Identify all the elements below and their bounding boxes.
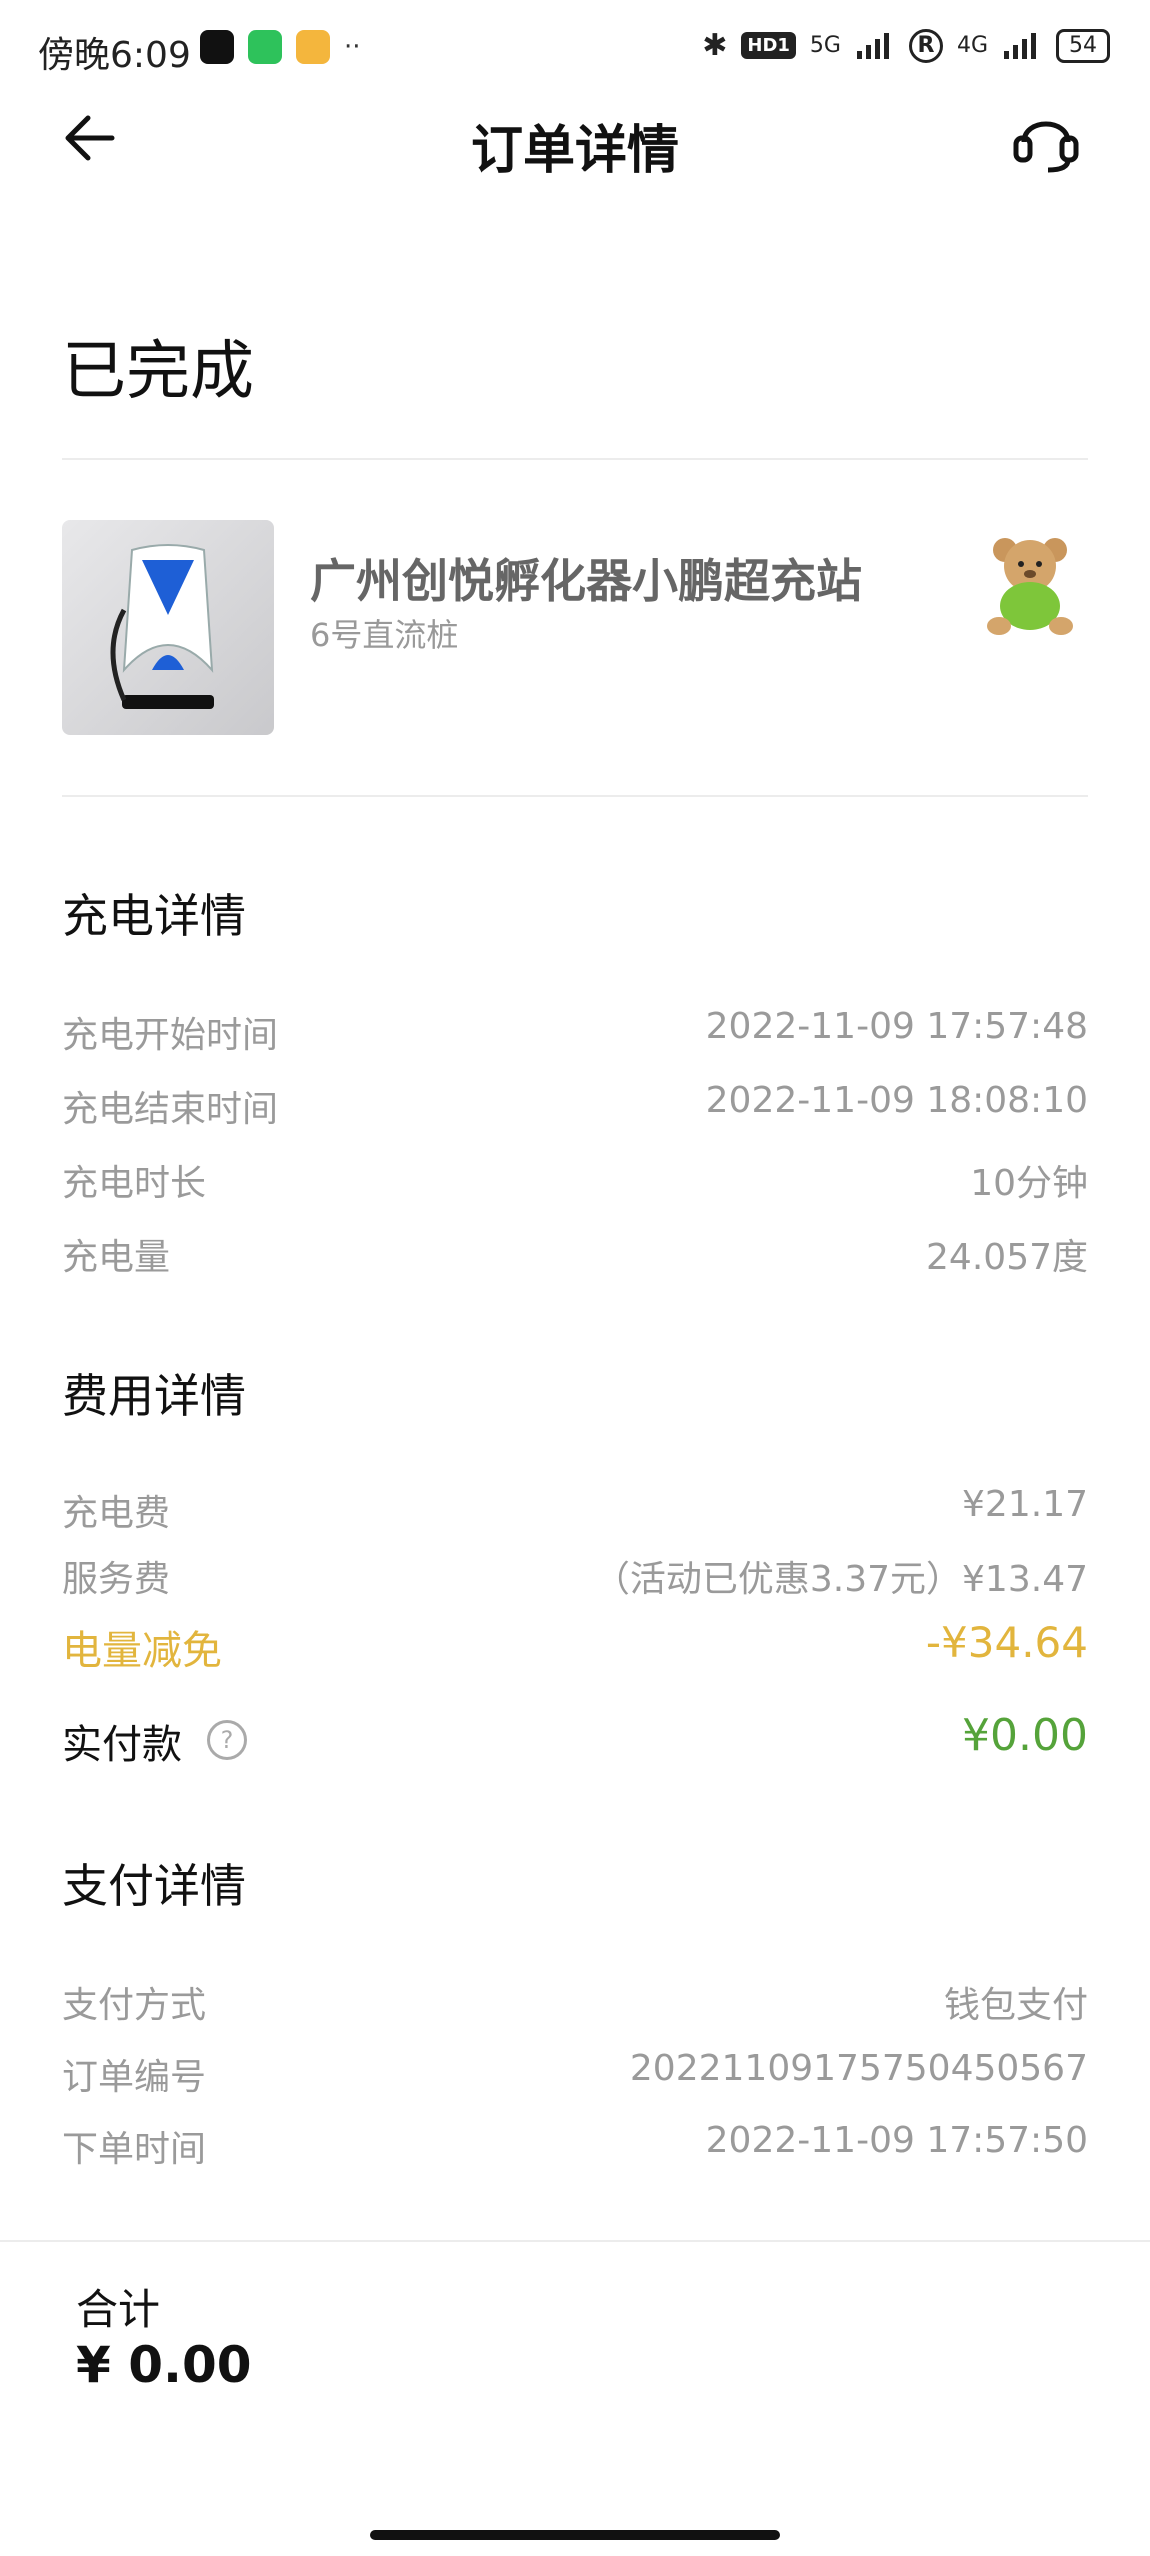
signal-5g-label: 5G bbox=[809, 33, 841, 58]
service-fee-value: （活动已优惠3.37元）¥13.47 bbox=[593, 1559, 1088, 1600]
service-fee-label: 服务费 bbox=[62, 1559, 171, 1600]
charge-duration-label: 充电时长 bbox=[62, 1163, 207, 1204]
charge-start-value: 2022-11-09 17:57:48 bbox=[705, 1006, 1088, 1047]
signal-5g-icon bbox=[856, 32, 889, 59]
more-dots-icon: ·· bbox=[344, 32, 361, 62]
roaming-icon: R bbox=[908, 28, 943, 63]
energy-discount-label: 电量减免 bbox=[62, 1628, 222, 1674]
charge-amount-label: 充电量 bbox=[62, 1237, 171, 1278]
status-right-icons: ✱ HD1 5G R 4G 54 bbox=[702, 28, 1110, 63]
wechat-icon bbox=[248, 30, 282, 64]
home-indicator[interactable] bbox=[370, 2530, 780, 2540]
page-title: 订单详情 bbox=[470, 121, 679, 181]
total-label: 合计 bbox=[76, 2285, 161, 2334]
paid-amount-value: ¥0.00 bbox=[962, 1710, 1088, 1761]
app-notification-icon bbox=[200, 30, 234, 64]
status-time: 傍晚6:09 bbox=[38, 35, 191, 76]
footer-divider bbox=[0, 2240, 1150, 2242]
help-question-icon[interactable]: ? bbox=[207, 1720, 247, 1760]
charge-duration-value: 10分钟 bbox=[970, 1163, 1088, 1204]
payment-method-value: 钱包支付 bbox=[943, 1985, 1088, 2026]
pile-name: 6号直流桩 bbox=[310, 616, 459, 654]
signal-4g-label: 4G bbox=[956, 33, 988, 58]
bluetooth-icon: ✱ bbox=[702, 28, 728, 63]
order-number-value[interactable]: 20221109175750450567 bbox=[630, 2048, 1088, 2089]
charge-start-label: 充电开始时间 bbox=[62, 1015, 279, 1056]
order-time-label: 下单时间 bbox=[62, 2129, 207, 2170]
divider bbox=[62, 458, 1088, 460]
charging-fee-label: 充电费 bbox=[62, 1493, 171, 1534]
payment-details-title: 支付详情 bbox=[62, 1859, 246, 1913]
payment-method-label: 支付方式 bbox=[62, 1985, 207, 2026]
charge-amount-value: 24.057度 bbox=[926, 1237, 1088, 1278]
total-amount: ¥ 0.00 bbox=[76, 2336, 252, 2394]
charge-end-label: 充电结束时间 bbox=[62, 1089, 279, 1130]
hd-badge: HD1 bbox=[741, 32, 796, 59]
paid-amount-label: 实付款 bbox=[62, 1722, 182, 1768]
signal-4g-icon bbox=[1004, 32, 1036, 59]
order-number-label: 订单编号 bbox=[62, 2057, 207, 2098]
station-name[interactable]: 广州创悦孵化器小鹏超充站 bbox=[310, 545, 862, 611]
charger-image bbox=[62, 520, 274, 735]
charge-details-title: 充电详情 bbox=[62, 889, 246, 943]
order-status: 已完成 bbox=[62, 335, 254, 409]
divider bbox=[62, 795, 1088, 797]
charge-end-value: 2022-11-09 18:08:10 bbox=[705, 1080, 1088, 1121]
fee-details-title: 费用详情 bbox=[62, 1369, 246, 1423]
order-time-value: 2022-11-09 17:57:50 bbox=[705, 2120, 1088, 2161]
customer-service-headset-icon[interactable] bbox=[1010, 104, 1082, 174]
charging-fee-value: ¥21.17 bbox=[962, 1484, 1088, 1525]
status-notification-icons: ·· bbox=[200, 30, 361, 64]
teddy-bear-mascot-icon bbox=[987, 538, 1073, 635]
battery-icon: 54 bbox=[1056, 28, 1110, 63]
gallery-icon bbox=[296, 30, 330, 64]
energy-discount-value: -¥34.64 bbox=[925, 1618, 1088, 1667]
